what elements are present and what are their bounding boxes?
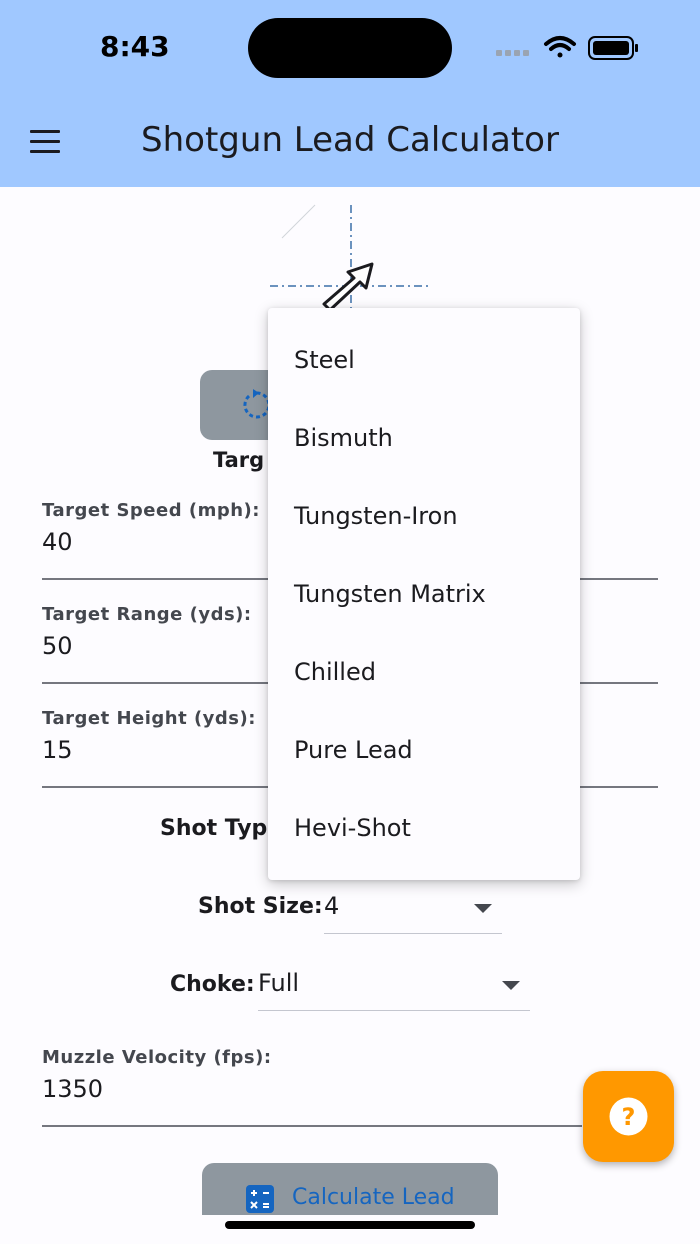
wifi-icon <box>544 36 576 58</box>
lead-diagram <box>270 204 430 320</box>
svg-text:?: ? <box>622 1103 636 1131</box>
muzzle-velocity-label: Muzzle Velocity (fps): <box>42 1047 272 1068</box>
home-indicator[interactable] <box>225 1221 475 1229</box>
dynamic-island <box>248 18 452 78</box>
target-height-value[interactable]: 15 <box>42 736 73 764</box>
target-speed-value[interactable]: 40 <box>42 528 73 556</box>
battery-icon <box>588 36 638 60</box>
page-title: Shotgun Lead Calculator <box>141 120 559 160</box>
calculate-lead-label: Calculate Lead <box>292 1185 455 1210</box>
choke-select[interactable]: Full <box>258 963 530 1011</box>
app-bar: 8:43 Shotgun Lead Calculator <box>0 0 700 187</box>
shot-size-value: 4 <box>324 892 340 920</box>
bottom-safe-area <box>0 1215 700 1244</box>
status-time: 8:43 <box>100 30 170 63</box>
calculator-icon <box>246 1185 274 1213</box>
muzzle-velocity-value[interactable]: 1350 <box>42 1075 103 1103</box>
choke-label: Choke: <box>170 972 255 997</box>
help-button[interactable]: ? <box>583 1071 674 1162</box>
shot-type-option-chilled[interactable]: Chilled <box>268 633 580 711</box>
shot-type-option-bismuth[interactable]: Bismuth <box>268 399 580 477</box>
shot-type-option-hevi-shot[interactable]: Hevi-Shot <box>268 789 580 867</box>
shot-type-label: Shot Typ <box>160 816 268 841</box>
shot-type-option-tungsten-iron[interactable]: Tungsten-Iron <box>268 477 580 555</box>
shot-size-select[interactable]: 4 <box>324 886 502 934</box>
shot-type-option-tungsten-matrix[interactable]: Tungsten Matrix <box>268 555 580 633</box>
shot-type-option-pure-lead[interactable]: Pure Lead <box>268 711 580 789</box>
shot-type-dropdown-menu: Steel Bismuth Tungsten-Iron Tungsten Mat… <box>268 308 580 880</box>
chevron-down-icon <box>474 904 492 913</box>
shot-type-option-steel[interactable]: Steel <box>268 321 580 399</box>
target-speed-label: Target Speed (mph): <box>42 500 260 521</box>
status-icons <box>496 36 638 60</box>
help-question-icon: ? <box>609 1097 648 1136</box>
shot-size-label: Shot Size: <box>198 894 323 919</box>
direction-arrow-icon <box>322 262 374 312</box>
cellular-signal-icon <box>496 50 529 56</box>
target-range-value[interactable]: 50 <box>42 632 73 660</box>
target-height-label: Target Height (yds): <box>42 708 256 729</box>
muzzle-velocity-field[interactable]: Muzzle Velocity (fps): 1350 <box>42 1047 582 1127</box>
chevron-down-icon <box>502 981 520 990</box>
target-range-label: Target Range (yds): <box>42 604 252 625</box>
choke-value: Full <box>258 969 300 997</box>
